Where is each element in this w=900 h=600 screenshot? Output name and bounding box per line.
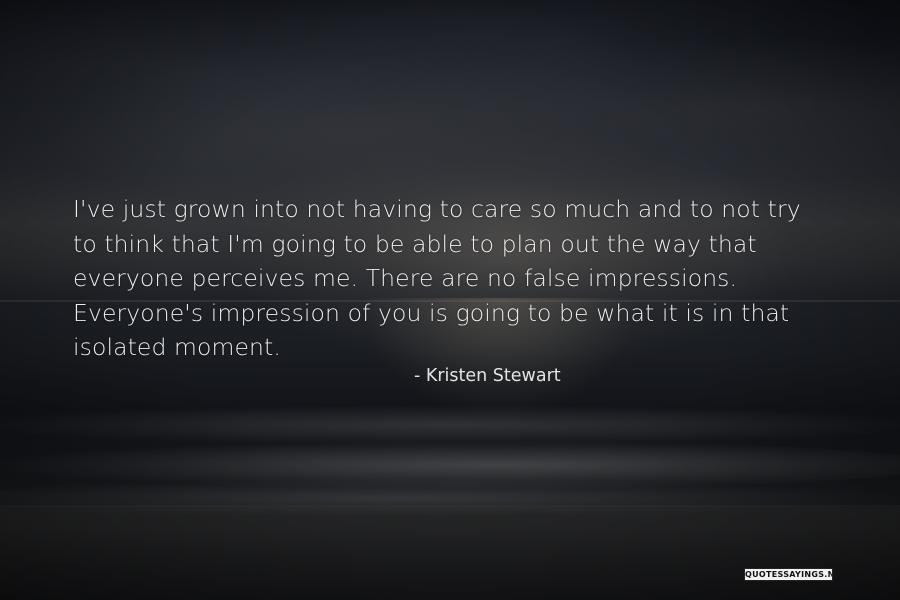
quote-line: Everyone's impression of you is going to… [73, 298, 790, 327]
quote-text: I've just grown into not having to care … [73, 192, 843, 365]
watermark-logo: QUOTESSAYINGS.NET [744, 568, 833, 581]
background-photo: I've just grown into not having to care … [0, 0, 900, 600]
quote-line: everyone perceives me. There are no fals… [73, 264, 738, 292]
quote-line: I've just grown into not having to care … [73, 195, 801, 223]
quote-author: - Kristen Stewart [414, 366, 561, 386]
quote-line: to think that I'm going to be able to pl… [73, 229, 757, 258]
quote-line: isolated moment. [73, 333, 281, 361]
